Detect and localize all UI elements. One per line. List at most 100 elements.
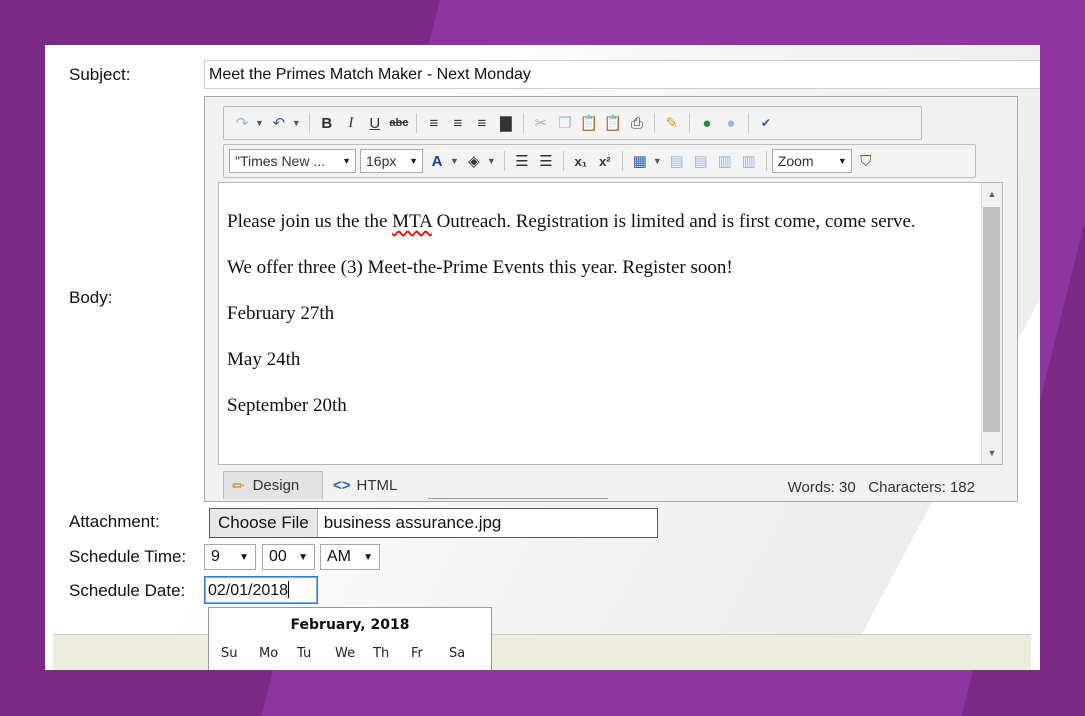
toolbar-row-2: "Times New ... ▼ 16px ▼ A ▼ ◈ ▼ ☰ ☰ x₁ x… bbox=[223, 144, 976, 178]
zoom-select[interactable]: Zoom ▼ bbox=[771, 149, 852, 173]
body-paragraph: We offer three (3) Meet-the-Prime Events… bbox=[227, 257, 733, 278]
subject-label: Subject: bbox=[69, 65, 131, 84]
delete-column-icon[interactable]: ▥ bbox=[737, 149, 761, 173]
paste-icon[interactable]: 📋 bbox=[577, 111, 601, 135]
font-color-button[interactable]: A bbox=[425, 149, 449, 173]
weekday-label: Mo bbox=[259, 646, 279, 661]
attachment-label: Attachment: bbox=[69, 512, 160, 531]
bulleted-list-icon[interactable]: ☰ bbox=[510, 149, 534, 173]
font-family-value: "Times New ... bbox=[235, 153, 326, 169]
chevron-down-icon: ▼ bbox=[837, 156, 847, 166]
font-size-select[interactable]: 16px ▼ bbox=[360, 149, 423, 173]
misspelled-word[interactable]: MTA bbox=[392, 211, 432, 232]
italic-button[interactable]: I bbox=[339, 111, 363, 135]
font-color-dropdown-icon[interactable]: ▼ bbox=[450, 156, 459, 166]
align-right-icon[interactable]: ≡ bbox=[470, 111, 494, 135]
font-size-value: 16px bbox=[366, 153, 397, 169]
paste-special-icon[interactable]: 📋 bbox=[601, 111, 625, 135]
hyperlink-icon[interactable]: ● bbox=[695, 111, 719, 135]
body-paragraph: May 24th bbox=[227, 349, 301, 370]
print-icon[interactable]: ⎙ bbox=[625, 111, 649, 135]
scrollbar-thumb[interactable] bbox=[983, 207, 1000, 432]
divider bbox=[428, 498, 608, 499]
ampm-select[interactable]: AM ▼ bbox=[320, 544, 380, 570]
numbered-list-icon[interactable]: ☰ bbox=[534, 149, 558, 173]
highlight-color-icon[interactable]: ◈ bbox=[462, 149, 486, 173]
spellcheck-icon[interactable]: ✔ bbox=[754, 111, 778, 135]
weekday-label: Sa bbox=[449, 646, 466, 661]
chevron-down-icon: ▼ bbox=[342, 156, 351, 166]
word-character-count: Words: 30 Characters: 182 bbox=[788, 479, 975, 496]
toolbar-divider bbox=[765, 151, 767, 171]
tab-html[interactable]: <> HTML bbox=[333, 471, 397, 499]
weekday-label: Su bbox=[221, 646, 238, 661]
ampm-value: AM bbox=[327, 548, 351, 565]
tab-design[interactable]: ✏ Design bbox=[223, 471, 323, 499]
editor-body-text[interactable]: Please join us the the MTA Outreach. Reg… bbox=[227, 209, 967, 439]
body-paragraph: February 27th bbox=[227, 303, 335, 324]
schedule-date-value: 02/01/2018 bbox=[208, 582, 289, 599]
toolbar-divider bbox=[747, 113, 749, 133]
toolbar-divider bbox=[688, 113, 690, 133]
choose-file-button[interactable]: Choose File bbox=[210, 509, 318, 537]
weekday-label: Th bbox=[373, 646, 390, 661]
highlight-dropdown-icon[interactable]: ▼ bbox=[487, 156, 496, 166]
align-left-icon[interactable]: ≡ bbox=[422, 111, 446, 135]
character-count: Characters: 182 bbox=[868, 479, 975, 496]
toolbar-divider bbox=[621, 151, 623, 171]
justify-icon[interactable]: ▇ bbox=[494, 111, 518, 135]
body-text-segment: Outreach. Registration is limited and is… bbox=[431, 211, 916, 232]
insert-row-icon[interactable]: ▤ bbox=[665, 149, 689, 173]
strikethrough-button[interactable]: abc bbox=[387, 111, 411, 135]
scroll-down-icon[interactable]: ▼ bbox=[982, 444, 1002, 462]
module-manager-icon[interactable]: ⛉ bbox=[854, 149, 878, 173]
font-family-select[interactable]: "Times New ... ▼ bbox=[229, 149, 356, 173]
subscript-button[interactable]: x₁ bbox=[569, 149, 593, 173]
toolbar-divider bbox=[503, 151, 505, 171]
superscript-button[interactable]: x² bbox=[593, 149, 617, 173]
cut-icon[interactable]: ✂ bbox=[529, 111, 553, 135]
date-picker-calendar[interactable]: February, 2018 Su Mo Tu We Th Fr Sa bbox=[208, 607, 492, 670]
toolbar-divider bbox=[415, 113, 417, 133]
undo-dropdown-icon[interactable]: ▼ bbox=[292, 118, 301, 128]
minute-select[interactable]: 00 ▼ bbox=[262, 544, 315, 570]
redo-dropdown-icon[interactable]: ▼ bbox=[255, 118, 264, 128]
align-center-icon[interactable]: ≡ bbox=[446, 111, 470, 135]
editor-content-area[interactable]: Please join us the the MTA Outreach. Reg… bbox=[218, 182, 1003, 465]
form-footer-bar bbox=[53, 634, 1031, 670]
format-stripper-icon[interactable]: ✎ bbox=[660, 111, 684, 135]
subject-input[interactable]: Meet the Primes Match Maker - Next Monda… bbox=[204, 60, 1040, 89]
bold-button[interactable]: B bbox=[315, 111, 339, 135]
insert-table-icon[interactable]: ▦ bbox=[628, 149, 652, 173]
delete-row-icon[interactable]: ▤ bbox=[689, 149, 713, 173]
rich-text-editor: ↷ ▼ ↶ ▼ B I U abc ≡ ≡ ≡ ▇ ✂ ❐ 📋 📋 ⎙ ✎ ● … bbox=[204, 96, 1018, 502]
calendar-month-title: February, 2018 bbox=[290, 617, 410, 633]
toolbar-row-1: ↷ ▼ ↶ ▼ B I U abc ≡ ≡ ≡ ▇ ✂ ❐ 📋 📋 ⎙ ✎ ● … bbox=[223, 106, 922, 140]
schedule-date-label: Schedule Date: bbox=[69, 581, 186, 600]
scroll-up-icon[interactable]: ▲ bbox=[982, 185, 1002, 203]
calendar-weekday-header: Su Mo Tu We Th Fr Sa bbox=[221, 646, 487, 661]
attachment-file-input[interactable]: Choose File business assurance.jpg bbox=[209, 508, 658, 538]
underline-button[interactable]: U bbox=[363, 111, 387, 135]
hour-select[interactable]: 9 ▼ bbox=[204, 544, 256, 570]
word-count: Words: 30 bbox=[787, 479, 856, 496]
code-icon: <> bbox=[333, 476, 351, 494]
undo-icon[interactable]: ↶ bbox=[267, 111, 291, 135]
schedule-date-input[interactable]: 02/01/2018 bbox=[204, 576, 318, 604]
attachment-file-name: business assurance.jpg bbox=[323, 513, 502, 532]
insert-table-dropdown-icon[interactable]: ▼ bbox=[653, 156, 662, 166]
email-form-panel: Subject: Meet the Primes Match Maker - N… bbox=[45, 45, 1040, 670]
minute-value: 00 bbox=[269, 548, 287, 565]
remove-link-icon[interactable]: ● bbox=[719, 111, 743, 135]
toolbar-divider bbox=[562, 151, 564, 171]
insert-column-icon[interactable]: ▥ bbox=[713, 149, 737, 173]
copy-icon[interactable]: ❐ bbox=[553, 111, 577, 135]
weekday-label: Tu bbox=[297, 646, 312, 661]
zoom-value: Zoom bbox=[777, 153, 814, 169]
redo-icon[interactable]: ↷ bbox=[230, 111, 254, 135]
editor-scrollbar[interactable]: ▲ ▼ bbox=[981, 183, 1002, 464]
body-text-segment: Please join us the the bbox=[227, 211, 393, 232]
toolbar-divider bbox=[653, 113, 655, 133]
body-label: Body: bbox=[69, 288, 113, 307]
body-paragraph: September 20th bbox=[227, 395, 347, 416]
